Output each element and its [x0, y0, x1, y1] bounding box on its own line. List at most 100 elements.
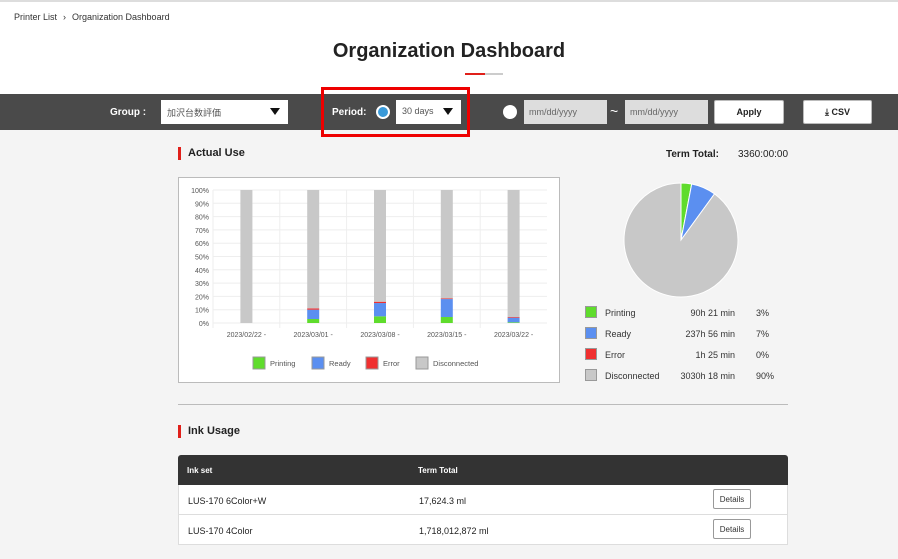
page-title: Organization Dashboard	[332, 40, 566, 62]
legend-time: 90h 21 min	[690, 308, 735, 318]
header-term-total: Term Total	[418, 466, 458, 475]
legend-swatch	[311, 356, 325, 370]
bar-error	[307, 308, 320, 310]
legend-percent: 3%	[756, 308, 770, 318]
y-tick-label: 70%	[195, 228, 209, 235]
y-tick-label: 90%	[195, 201, 209, 208]
actual-use-chart: 0% 10% 20% 30% 40% 50% 60% 70% 80% 90% 100% 2023/02…	[178, 177, 560, 383]
legend-label: Disconnected	[605, 371, 660, 381]
divider	[178, 404, 788, 405]
details-button[interactable]: Details	[713, 519, 751, 539]
bar-ready	[440, 299, 453, 318]
y-tick-label: 100%	[191, 188, 209, 195]
group-select[interactable]: 加沢台数評価	[161, 100, 288, 124]
bar-printing	[374, 316, 386, 323]
pie-legend-row: Ready 237h 56 min 7%	[585, 327, 785, 341]
bar-disconnected	[240, 190, 253, 323]
legend-label: Error	[605, 350, 625, 360]
bar-error	[440, 298, 453, 300]
term-total: 17,624.3 ml	[419, 496, 467, 506]
bar-disconnected	[374, 190, 386, 302]
legend-time: 1h 25 min	[695, 350, 735, 360]
legend-time: 237h 56 min	[685, 329, 735, 339]
pie-legend-row: Error 1h 25 min 0%	[585, 348, 785, 362]
x-tick-label: 2023/03/08 -	[360, 332, 400, 339]
legend-swatch	[365, 356, 379, 370]
bar-ready	[307, 309, 320, 320]
y-tick-label: 30%	[195, 281, 209, 288]
header-ink-set: Ink set	[187, 466, 213, 475]
legend-label: Ready	[605, 329, 632, 339]
pie-chart-svg	[623, 182, 739, 298]
x-tick-label: 2023/02/22 -	[227, 332, 267, 339]
ink-set: LUS-170 6Color+W	[188, 496, 267, 506]
bar-disconnected	[307, 190, 320, 309]
group-label: Group :	[110, 107, 147, 118]
custom-range-radio[interactable]	[503, 105, 517, 119]
y-tick-label: 10%	[195, 308, 209, 315]
y-tick-label: 60%	[195, 241, 209, 248]
bar-printing	[307, 319, 320, 323]
legend-swatch	[415, 356, 429, 370]
breadcrumb: Printer List › Organization Dashboard	[14, 12, 176, 22]
legend-swatch	[585, 306, 597, 318]
pie-legend-row: Disconnected 3030h 18 min 90%	[585, 369, 785, 383]
csv-button[interactable]: ⤓ CSV	[803, 100, 872, 124]
legend-percent: 90%	[756, 371, 775, 381]
x-tick-label: 2023/03/22 -	[494, 332, 534, 339]
bar-printing	[440, 317, 453, 323]
table-row: LUS-170 6Color+W 17,624.3 ml Details	[178, 485, 788, 515]
legend-label: Disconnected	[433, 359, 478, 368]
title-underline	[465, 73, 503, 75]
ink-usage-table: Ink set Term Total LUS-170 6Color+W 17,6…	[178, 455, 788, 545]
table-row: LUS-170 4Color 1,718,012,872 ml Details	[178, 515, 788, 545]
group-value: 加沢台数評価	[167, 108, 222, 118]
bar-error	[374, 301, 386, 304]
ink-set: LUS-170 4Color	[188, 526, 253, 536]
pie-slice-disconnected	[623, 182, 739, 298]
y-tick-label: 80%	[195, 215, 209, 222]
legend-swatch	[585, 369, 597, 381]
legend-percent: 7%	[756, 329, 770, 339]
legend-time: 3030h 18 min	[680, 371, 735, 381]
table-header: Ink set Term Total	[178, 455, 788, 485]
legend-label: Printing	[270, 359, 295, 368]
header: Printer List › Organization Dashboard Orga…	[0, 0, 898, 94]
apply-button[interactable]: Apply	[714, 100, 784, 124]
term-total: 1,718,012,872 ml	[419, 526, 489, 536]
details-button[interactable]: Details	[713, 489, 751, 509]
range-tilde: ~	[610, 103, 619, 119]
legend-swatch	[252, 356, 266, 370]
x-tick-label: 2023/03/01 -	[294, 332, 334, 339]
bar-ready	[374, 303, 386, 317]
y-tick-label: 50%	[195, 255, 209, 262]
legend-label: Printing	[605, 308, 636, 318]
dropdown-arrow-icon	[270, 108, 280, 115]
legend-percent: 0%	[756, 350, 770, 360]
date-to-input[interactable]: mm/dd/yyyy	[625, 100, 708, 124]
date-from-input[interactable]: mm/dd/yyyy	[524, 100, 607, 124]
bar-chart-svg: 0% 10% 20% 30% 40% 50% 60% 70% 80% 90% 100% 2023/02…	[191, 188, 547, 370]
term-total-value: 3360:00:00	[738, 149, 789, 160]
legend-swatch	[585, 327, 597, 339]
y-tick-label: 20%	[195, 294, 209, 301]
bar-ready	[507, 317, 520, 323]
csv-label: CSV	[831, 107, 850, 117]
actual-use-heading: Actual Use	[178, 147, 245, 160]
y-tick-label: 40%	[195, 268, 209, 275]
chevron-right-icon: ›	[63, 12, 67, 22]
period-highlight	[321, 87, 470, 137]
breadcrumb-current: Organization Dashboard	[72, 12, 170, 22]
y-tick-label: 0%	[199, 321, 209, 328]
breadcrumb-printer-list[interactable]: Printer List	[14, 12, 57, 22]
legend-label: Ready	[329, 359, 351, 368]
bar-disconnected	[507, 190, 520, 318]
bar-printing	[507, 322, 520, 323]
legend-label: Error	[383, 359, 400, 368]
legend-swatch	[585, 348, 597, 360]
bar-error	[507, 317, 520, 318]
ink-usage-heading: Ink Usage	[178, 425, 240, 438]
bar-disconnected	[440, 190, 453, 299]
x-tick-label: 2023/03/15 -	[427, 332, 467, 339]
pie-legend-row: Printing 90h 21 min 3%	[585, 306, 785, 320]
